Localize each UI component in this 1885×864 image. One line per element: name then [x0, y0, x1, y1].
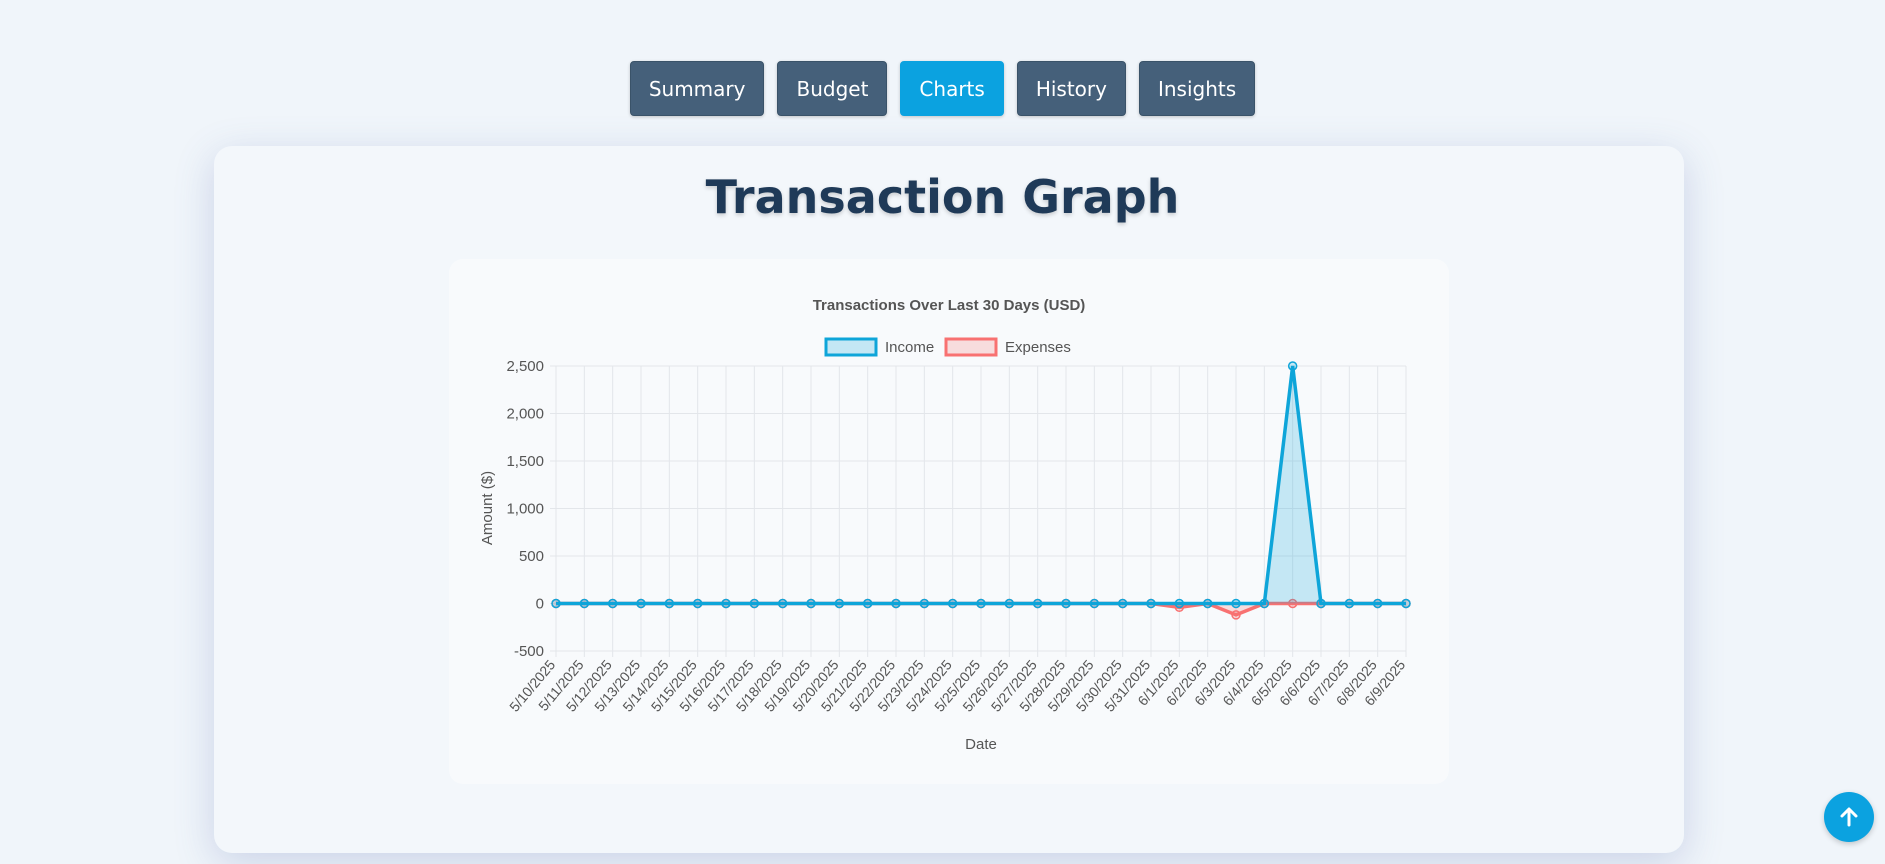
transaction-chart: 2,5002,0001,5001,0005000-5005/10/20255/1…	[479, 297, 1411, 753]
data-point-income	[976, 598, 986, 609]
data-point-income	[692, 598, 703, 609]
data-point-income	[664, 598, 675, 609]
y-tick-label: 1,500	[506, 453, 544, 470]
y-axis-label: Amount ($)	[479, 471, 496, 545]
data-point-income	[777, 598, 788, 609]
scroll-to-top-button[interactable]	[1824, 792, 1874, 842]
data-point-income	[1061, 598, 1071, 609]
legend-swatch-income	[824, 337, 878, 357]
data-point-income	[1287, 361, 1298, 371]
data-point-income	[1202, 598, 1213, 609]
data-point-income	[1401, 598, 1411, 609]
y-tick-label: 2,000	[506, 406, 544, 423]
y-tick-label: 2,500	[506, 358, 544, 375]
y-tick-label: 500	[519, 548, 544, 565]
data-point-income	[862, 598, 873, 609]
data-point-income	[551, 598, 561, 609]
data-point-income	[1004, 598, 1015, 609]
y-tick-label: 1,000	[506, 501, 544, 518]
data-point-income	[806, 598, 816, 609]
data-point-income	[1032, 598, 1043, 609]
data-point-income	[891, 598, 901, 609]
data-point-income	[1117, 598, 1128, 609]
data-point-expenses	[1231, 610, 1241, 620]
data-point-income	[1146, 598, 1156, 609]
data-point-income	[834, 598, 845, 609]
legend-swatch-expenses	[944, 337, 998, 357]
data-point-income	[607, 598, 618, 609]
data-point-income	[1231, 598, 1241, 609]
data-point-income	[721, 598, 731, 609]
data-point-income	[1089, 598, 1100, 609]
data-point-income	[579, 598, 590, 609]
y-tick-label: 0	[536, 596, 544, 613]
data-point-income	[749, 598, 760, 609]
data-point-income	[1174, 598, 1185, 609]
data-point-income	[919, 598, 930, 609]
legend-label-income: Income	[885, 339, 934, 356]
data-point-income	[1344, 598, 1355, 609]
arrow-up-icon	[1840, 807, 1858, 827]
data-point-income	[1372, 598, 1383, 609]
legend-label-expenses: Expenses	[1005, 339, 1071, 356]
data-point-income	[636, 598, 646, 609]
data-point-income	[947, 598, 958, 609]
data-point-income	[1259, 598, 1270, 609]
data-point-income	[1316, 598, 1326, 609]
y-tick-label: -500	[514, 643, 544, 660]
chart-title: Transactions Over Last 30 Days (USD)	[813, 297, 1086, 314]
x-axis-label: Date	[965, 736, 997, 753]
